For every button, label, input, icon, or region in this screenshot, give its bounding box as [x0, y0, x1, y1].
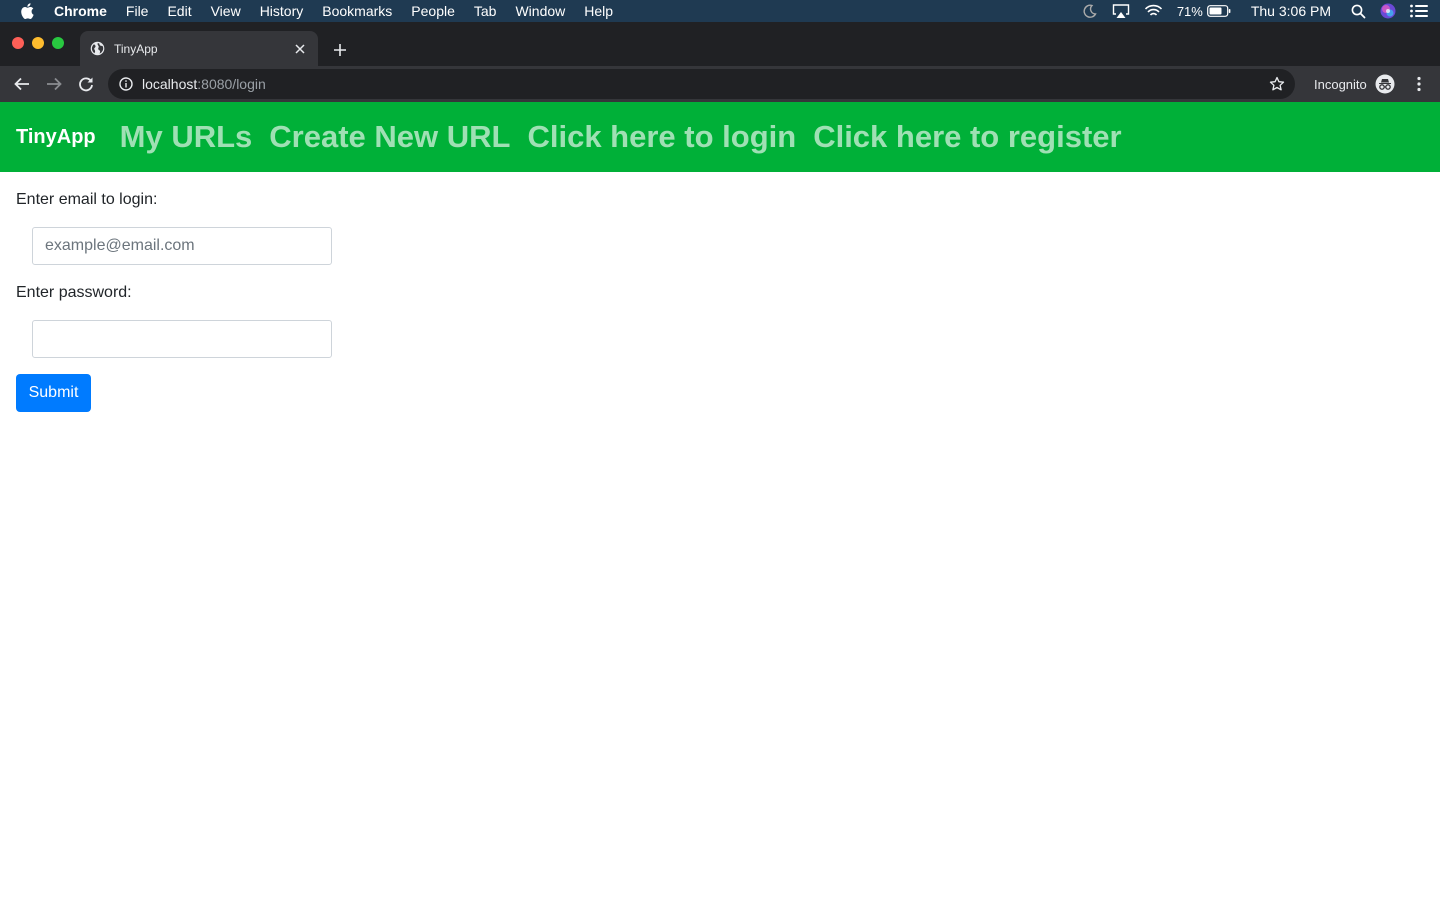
browser-toolbar: localhost:8080/login Incognito — [0, 66, 1440, 102]
spotlight-search-icon[interactable] — [1351, 4, 1366, 19]
bookmark-star-icon[interactable] — [1269, 76, 1285, 92]
tab-title: TinyApp — [114, 41, 158, 56]
browser-tab-strip: TinyApp — [0, 22, 1440, 66]
airplay-icon[interactable] — [1112, 3, 1130, 19]
siri-icon[interactable] — [1380, 3, 1396, 19]
page-viewport: TinyApp My URLs Create New URL Click her… — [0, 102, 1440, 900]
menu-file[interactable]: File — [126, 3, 149, 19]
password-label: Enter password: — [16, 284, 132, 301]
mac-menu-bar: Chrome File Edit View History Bookmarks … — [0, 0, 1440, 22]
window-controls — [12, 37, 72, 49]
menu-view[interactable]: View — [211, 3, 241, 19]
do-not-disturb-icon[interactable] — [1082, 3, 1098, 19]
submit-button[interactable]: Submit — [16, 374, 91, 412]
url-path: :8080/login — [197, 76, 266, 92]
incognito-label: Incognito — [1314, 76, 1367, 92]
nav-create-url-link[interactable]: Create New URL — [269, 119, 510, 155]
back-arrow-icon[interactable] — [12, 74, 32, 94]
new-tab-plus-icon[interactable] — [330, 40, 350, 60]
brand-link[interactable]: TinyApp — [16, 126, 96, 149]
battery-percent: 71% — [1176, 3, 1203, 19]
app-navbar: TinyApp My URLs Create New URL Click her… — [0, 102, 1440, 172]
reload-icon[interactable] — [76, 74, 96, 94]
nav-register-link[interactable]: Click here to register — [813, 119, 1121, 155]
wifi-icon[interactable] — [1144, 4, 1163, 18]
notification-center-icon[interactable] — [1410, 4, 1428, 18]
menu-app-name[interactable]: Chrome — [54, 3, 107, 19]
battery-icon[interactable] — [1206, 5, 1231, 17]
window-close-button[interactable] — [12, 37, 24, 49]
email-label: Enter email to login: — [16, 191, 158, 208]
window-maximize-button[interactable] — [52, 37, 64, 49]
menu-history[interactable]: History — [260, 3, 304, 19]
menu-clock[interactable]: Thu 3:06 PM — [1251, 3, 1331, 19]
browser-tab-active[interactable]: TinyApp — [80, 31, 318, 66]
menu-window[interactable]: Window — [515, 3, 565, 19]
email-input[interactable] — [32, 227, 332, 265]
window-minimize-button[interactable] — [32, 37, 44, 49]
address-bar[interactable]: localhost:8080/login — [108, 69, 1295, 99]
menu-edit[interactable]: Edit — [167, 3, 191, 19]
site-info-icon[interactable] — [119, 77, 133, 91]
menu-help[interactable]: Help — [584, 3, 613, 19]
menu-tab[interactable]: Tab — [474, 3, 497, 19]
nav-my-urls-link[interactable]: My URLs — [120, 119, 253, 155]
browser-menu-icon[interactable] — [1410, 74, 1428, 94]
apple-logo-icon[interactable] — [20, 3, 34, 19]
incognito-indicator[interactable]: Incognito — [1314, 74, 1395, 94]
login-form: Enter email to login: Enter password: Su… — [0, 191, 1440, 412]
menu-bookmarks[interactable]: Bookmarks — [322, 3, 392, 19]
menu-people[interactable]: People — [411, 3, 455, 19]
tab-close-icon[interactable] — [292, 41, 308, 57]
incognito-icon — [1375, 74, 1395, 94]
forward-arrow-icon[interactable] — [44, 74, 64, 94]
password-input[interactable] — [32, 320, 332, 358]
globe-icon — [90, 41, 105, 56]
url-host: localhost — [142, 76, 198, 92]
nav-login-link[interactable]: Click here to login — [527, 119, 796, 155]
